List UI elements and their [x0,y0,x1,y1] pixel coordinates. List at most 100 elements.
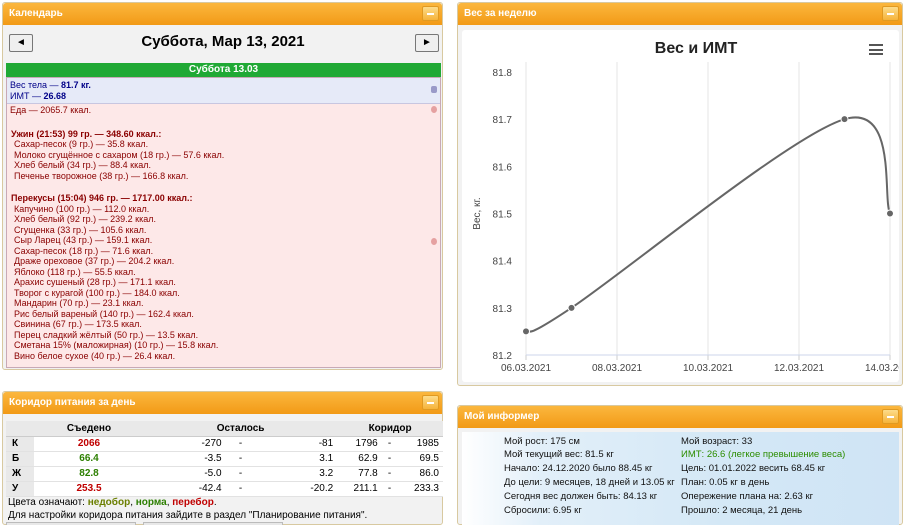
dash-sep: - [381,436,398,452]
food-item[interactable]: Творог с курагой (100 гр.) — 184.0 ккал. [7,288,440,299]
collapse-icon[interactable] [422,395,439,410]
food-item[interactable]: Сахар-песок (18 гр.) — 71.6 ккал. [7,246,440,257]
row-label: У [6,481,34,497]
legend-prefix: Цвета означают: [8,497,88,508]
informer-goal: Цель: 01.01.2022 весить 68.45 кг [681,463,826,474]
corridor-from: 62.9 [337,451,382,467]
informer-age: Мой возраст: 33 [681,436,753,447]
corner-cell [6,421,34,437]
prev-day-button[interactable]: ◄ [9,34,33,52]
food-item[interactable]: Яблоко (118 гр.) — 55.5 ккал. [7,267,440,278]
food-item[interactable]: Драже ореховое (37 гр.) — 204.2 ккал. [7,256,440,267]
corridor-to: 233.3 [397,481,443,497]
y-axis-label: Вес, кг. [472,197,483,229]
left-to: -81 [255,436,338,452]
corridor-to: 86.0 [397,466,443,482]
legend-norm: норма [135,497,167,508]
food-total-value: 2065.7 ккал. [40,105,92,115]
bmi-value: 26.68 [43,90,66,101]
corridor-from: 1796 [337,436,382,452]
food-total[interactable]: Еда — 2065.7 ккал. [7,104,440,117]
food-item[interactable]: Хлеб белый (92 гр.) — 239.2 ккал. [7,214,440,225]
left-to: 3.1 [255,451,338,467]
informer-elapsed: Прошло: 2 месяца, 21 день [681,505,803,516]
data-point [840,115,849,124]
data-point [886,209,894,218]
eaten-value: 2066 [34,436,144,452]
edit-weight-icon[interactable] [431,86,437,93]
x-tick-label: 12.03.2021 [774,363,824,374]
corridor-row: У 253.5 -42.4- -20.2 211.1-233.3 [6,481,443,497]
food-item[interactable]: Рис белый вареный (140 гр.) — 162.4 ккал… [7,309,440,320]
meals-list: Ужин (21:53) 99 гр. — 348.60 ккал.: Сахар… [7,129,440,362]
food-item[interactable]: Арахис сушеный (28 гр.) — 171.1 ккал. [7,277,440,288]
food-item[interactable]: Печенье творожное (38 гр.) — 166.8 ккал. [7,171,440,182]
day-details: Вес тела — 81.7 кг. ИМТ — 26.68 Еда — 20… [6,77,441,368]
my-informer-panel: Мой информер Мой рост: 175 см Мой текущи… [457,405,903,525]
calendar-panel: Календарь ◄ Суббота, Мар 13, 2021 ► Субб… [2,2,443,370]
meal-title[interactable]: Перекусы (15:04) 946 гр. — 1717.00 ккал.… [7,193,440,204]
eaten-value: 82.8 [34,466,144,482]
food-item[interactable]: Перец сладкий жёлтый (50 гр.) — 13.5 кка… [7,330,440,341]
calendar-date-title: Суббота, Мар 13, 2021 [141,33,305,50]
informer-to-goal: До цели: 9 месяцев, 18 дней и 13.05 кг [504,477,675,488]
bmi-label: ИМТ — [10,90,44,101]
hamburger-menu-icon[interactable] [869,44,883,55]
collapse-icon[interactable] [882,6,899,21]
weight-label: Вес тела — [10,80,61,90]
col-corridor: Коридор [337,421,443,437]
eaten-value: 66.4 [34,451,144,467]
weekly-header-title: Вес за неделю [464,8,537,19]
food-item[interactable]: Сгущенка (33 гр.) — 105.6 ккал. [7,225,440,236]
row-label: Ж [6,466,34,482]
colors-legend: Цвета означают: недобор, норма, перебор. [8,497,217,508]
chart-title: Вес и ИМТ [655,40,738,57]
y-tick-label: 81.5 [493,210,513,221]
food-item[interactable]: Сыр Ларец (43 гр.) — 159.1 ккал. [7,235,440,246]
left-from: -42.4 [144,481,226,497]
collapse-icon[interactable] [422,6,439,21]
calendar-header-title: Календарь [9,8,63,19]
day-label: Суббота 13.03 [6,63,441,77]
informer-height: Мой рост: 175 см [504,436,580,447]
y-tick-label: 81.8 [493,68,513,79]
informer-current-weight: Мой текущий вес: 81.5 кг [504,449,614,460]
food-item[interactable]: Хлеб белый (34 гр.) — 88.4 ккал. [7,160,440,171]
arrow-left-icon: ◄ [16,37,26,48]
corridor-from: 211.1 [337,481,382,497]
dash-sep: - [381,451,398,467]
corridor-to: 1985 [397,436,443,452]
y-tick-label: 81.2 [493,351,513,362]
dash-sep: - [381,466,398,482]
legend-under: недобор [87,497,131,508]
apple-icon[interactable] [431,238,437,245]
dash-sep: - [225,481,256,497]
row-label: К [6,436,34,452]
collapse-icon[interactable] [882,409,899,424]
meal-title[interactable]: Ужин (21:53) 99 гр. — 348.60 ккал.: [7,129,440,140]
dash-sep: - [225,451,256,467]
weight-value: 81.7 кг. [61,80,91,90]
corridor-row: Ж 82.8 -5.0-3.2 77.8-86.0 [6,466,443,482]
food-item[interactable]: Вино белое сухое (40 гр.) — 26.4 ккал. [7,351,440,362]
corridor-to: 69.5 [397,451,443,467]
apple-icon[interactable] [431,106,437,113]
next-day-button[interactable]: ► [415,34,439,52]
weight-entry[interactable]: Вес тела — 81.7 кг. ИМТ — 26.68 [7,78,440,104]
informer-bmi: ИМТ: 26.6 (легкое превышение веса) [681,449,846,460]
corridor-row: Б 66.4 -3.5-3.1 62.9-69.5 [6,451,443,467]
data-point [567,303,576,312]
food-item[interactable]: Сахар-песок (9 гр.) — 35.8 ккал. [7,139,440,150]
corridor-header-title: Коридор питания за день [9,397,136,408]
food-item[interactable]: Молоко сгущённое с сахаром (18 гр.) — 57… [7,150,440,161]
weekly-header: Вес за неделю [458,3,902,25]
food-item[interactable]: Капучино (100 гр.) — 112.0 ккал. [7,204,440,215]
col-eaten: Съедено [34,421,144,437]
informer-header: Мой информер [458,406,902,428]
food-item[interactable]: Сметана 15% (маложирная) (10 гр.) — 15.8… [7,340,440,351]
x-tick-label: 14.03.2021 [865,363,899,374]
food-item[interactable]: Свинина (67 гр.) — 173.5 ккал. [7,319,440,330]
food-item[interactable]: Мандарин (70 гр.) — 23.1 ккал. [7,298,440,309]
data-point [522,327,530,336]
x-tick-label: 06.03.2021 [501,363,551,374]
